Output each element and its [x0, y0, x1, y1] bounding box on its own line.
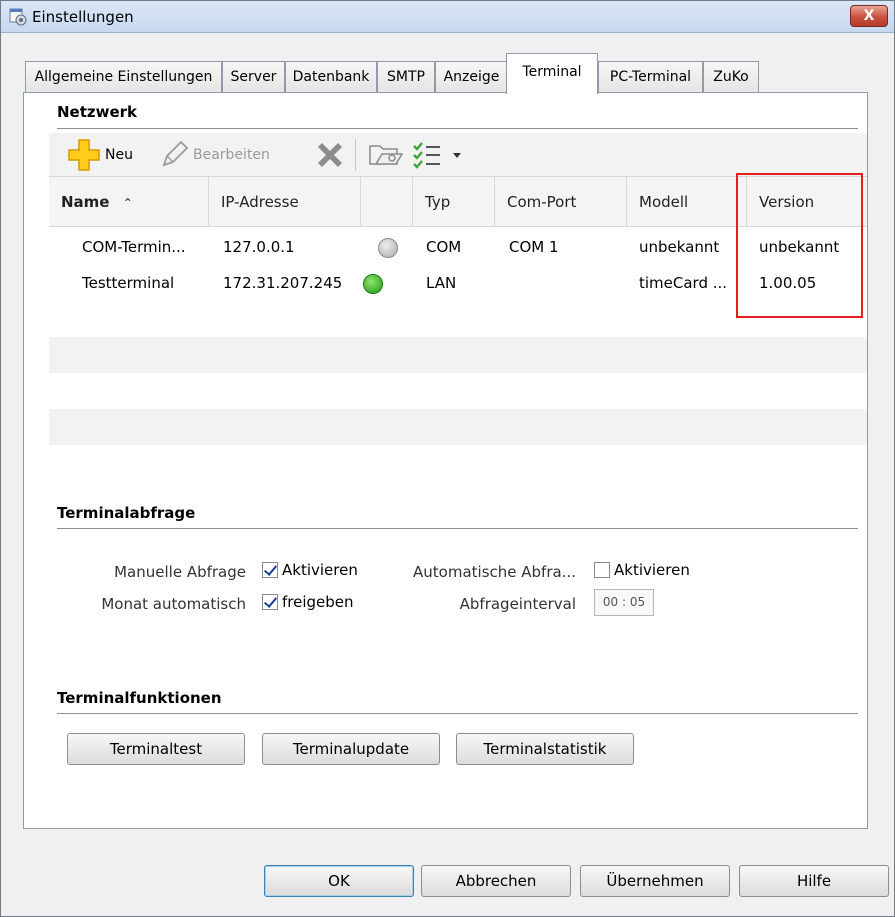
- terminalabfrage-divider: [57, 528, 858, 529]
- monat-automatisch-label: Monat automatisch: [101, 595, 246, 613]
- abfrageinterval-time-field[interactable]: 00 : 05: [594, 589, 654, 616]
- settings-app-icon: [9, 8, 27, 26]
- tab-datenbank[interactable]: Datenbank: [285, 61, 377, 93]
- cell-modell: timeCard ...: [639, 274, 728, 292]
- terminaltest-button[interactable]: Terminaltest: [67, 733, 245, 765]
- manuelle-abfrage-checkbox[interactable]: Aktivieren: [262, 561, 358, 579]
- status-green-icon: [363, 274, 383, 294]
- help-button[interactable]: Hilfe: [739, 865, 889, 897]
- sort-ascending-icon: ⌃: [122, 196, 133, 210]
- col-header-typ[interactable]: Typ: [413, 177, 495, 227]
- tab-allgemeine-einstellungen[interactable]: Allgemeine Einstellungen: [25, 61, 222, 93]
- cell-typ: COM: [426, 238, 462, 256]
- close-button[interactable]: X: [850, 5, 888, 27]
- monat-freigeben-checkbox[interactable]: freigeben: [262, 593, 354, 611]
- cell-name: COM-Termin...: [82, 238, 186, 256]
- title-bar: Einstellungen X: [1, 1, 894, 33]
- netzwerk-toolbar: Neu Bearbeiten: [49, 133, 867, 177]
- cell-port: COM 1: [509, 238, 559, 256]
- col-header-com-port[interactable]: Com-Port: [495, 177, 627, 227]
- terminalupdate-button[interactable]: Terminalupdate: [262, 733, 440, 765]
- toolbar-separator: [355, 139, 356, 171]
- terminalabfrage-heading: Terminalabfrage: [57, 504, 196, 522]
- automatische-abfrage-label: Automatische Abfra...: [413, 563, 576, 581]
- checkbox-checked-icon: [262, 562, 278, 578]
- terminalfunktionen-divider: [57, 713, 858, 714]
- settings-window: Einstellungen X Allgemeine Einstellungen…: [0, 0, 895, 917]
- plus-icon: [68, 139, 100, 171]
- cell-ip: 172.31.207.245: [223, 274, 343, 292]
- window-title: Einstellungen: [32, 8, 134, 26]
- col-header-modell[interactable]: Modell: [627, 177, 747, 227]
- status-grey-icon: [378, 238, 398, 258]
- tab-pc-terminal[interactable]: PC-Terminal: [598, 61, 703, 93]
- empty-row: [49, 337, 867, 373]
- col-header-name-label: Name: [61, 193, 110, 211]
- col-header-name[interactable]: Name ⌃: [49, 177, 209, 227]
- abfrageinterval-label: Abfrageinterval: [459, 595, 576, 613]
- edit-button-label: Bearbeiten: [193, 147, 270, 163]
- netzwerk-heading: Netzwerk: [57, 103, 138, 121]
- tab-smtp[interactable]: SMTP: [377, 61, 435, 93]
- tab-terminal[interactable]: Terminal: [506, 53, 598, 94]
- empty-row: [49, 409, 867, 445]
- version-highlight-box: [736, 173, 863, 318]
- new-button-label: Neu: [105, 147, 133, 163]
- cell-ip: 127.0.0.1: [223, 238, 295, 256]
- manuelle-abfrage-label: Manuelle Abfrage: [114, 563, 246, 581]
- delete-button[interactable]: [313, 133, 347, 177]
- cell-name: Testterminal: [82, 274, 175, 292]
- new-button[interactable]: Neu: [67, 133, 133, 177]
- checkbox-unchecked-icon: [594, 562, 610, 578]
- cell-modell: unbekannt: [639, 238, 720, 256]
- checklist-menu-button[interactable]: [411, 133, 463, 177]
- automatische-abfrage-check-label: Aktivieren: [614, 561, 690, 579]
- tab-zuko[interactable]: ZuKo: [703, 61, 759, 93]
- checkbox-checked-icon: [262, 594, 278, 610]
- col-header-ip[interactable]: IP-Adresse: [209, 177, 361, 227]
- empty-row: [49, 373, 867, 409]
- cell-typ: LAN: [426, 274, 457, 292]
- cell-port: [509, 265, 619, 301]
- terminalfunktionen-heading: Terminalfunktionen: [57, 689, 222, 707]
- folder-key-icon: [369, 145, 403, 165]
- tab-anzeige[interactable]: Anzeige: [435, 61, 508, 93]
- open-folder-button[interactable]: [367, 133, 403, 177]
- dropdown-arrow-icon: [453, 153, 461, 158]
- col-header-status[interactable]: [361, 177, 413, 227]
- edit-button[interactable]: Bearbeiten: [159, 133, 270, 177]
- cancel-button[interactable]: Abbrechen: [421, 865, 571, 897]
- tab-server[interactable]: Server: [222, 61, 285, 93]
- automatische-abfrage-checkbox[interactable]: Aktivieren: [594, 561, 690, 579]
- checklist-icon: [413, 142, 440, 169]
- terminalstatistik-button[interactable]: Terminalstatistik: [456, 733, 634, 765]
- manuelle-abfrage-check-label: Aktivieren: [282, 561, 358, 579]
- netzwerk-divider: [57, 128, 858, 129]
- ok-button[interactable]: OK: [264, 865, 414, 897]
- delete-x-icon: [318, 143, 342, 167]
- monat-freigeben-check-label: freigeben: [282, 593, 354, 611]
- apply-button[interactable]: Übernehmen: [580, 865, 730, 897]
- pencil-icon: [162, 140, 189, 167]
